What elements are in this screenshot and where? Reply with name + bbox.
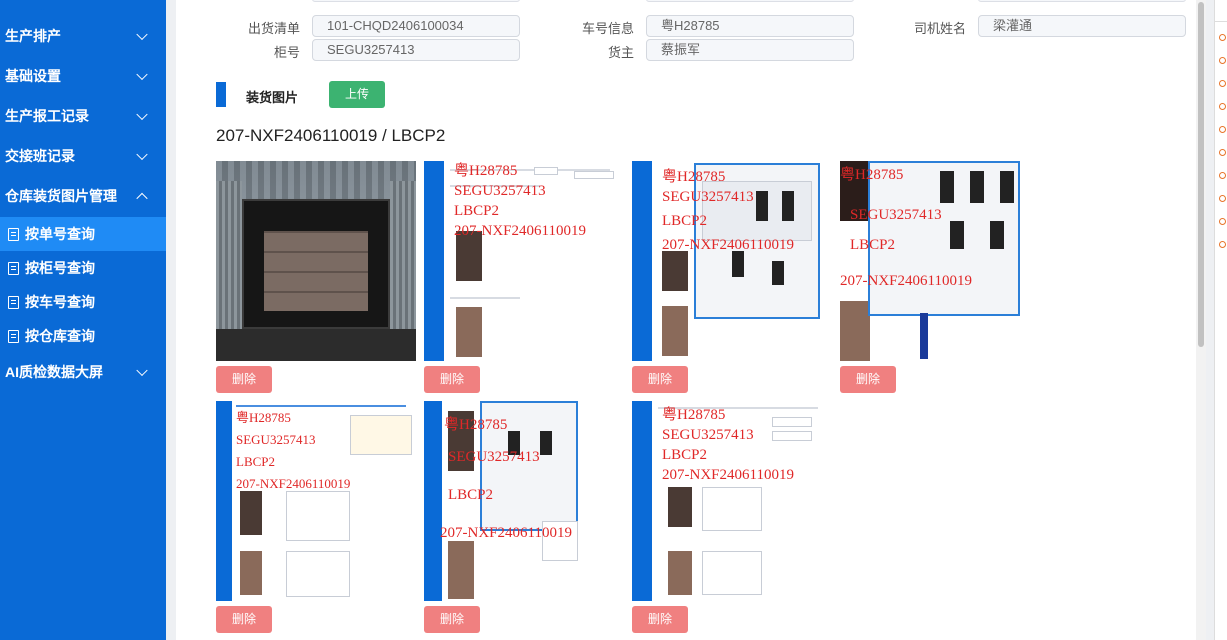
plate-field[interactable]: 粤H28785: [646, 15, 854, 37]
delete-button-4[interactable]: 删除: [840, 366, 896, 393]
sub-item-label: 按单号查询: [25, 226, 95, 242]
delivery-list-field[interactable]: 101-CHQD2406100034: [312, 15, 520, 37]
chevron-down-icon: [136, 68, 148, 81]
menu-item-production-report[interactable]: 生产报工记录: [0, 96, 166, 136]
driver-field[interactable]: 梁灌通: [978, 15, 1186, 37]
menu-item-shift-handover[interactable]: 交接班记录: [0, 136, 166, 176]
chevron-down-icon: [136, 148, 148, 161]
menu-item-warehouse-images[interactable]: 仓库装货图片管理: [0, 176, 166, 216]
marker-icon: [1219, 57, 1226, 64]
menu-label: AI质检数据大屏: [5, 364, 103, 380]
delete-button-7[interactable]: 删除: [632, 606, 688, 633]
cut-off-field: [978, 0, 1186, 2]
vertical-scrollbar[interactable]: [1196, 0, 1206, 640]
menu-label: 生产排产: [5, 28, 61, 44]
plate-label: 车号信息: [581, 21, 634, 36]
delete-button-3[interactable]: 删除: [632, 366, 688, 393]
container-field[interactable]: SEGU3257413: [312, 39, 520, 61]
loading-photo-3[interactable]: 粤H28785 SEGU3257413 LBCP2 207-NXF2406110…: [632, 161, 832, 361]
marker-icon: [1219, 172, 1226, 179]
menu-item-basic-settings[interactable]: 基础设置: [0, 56, 166, 96]
loading-photo-6[interactable]: 粤H28785 SEGU3257413 LBCP2 207-NXF2406110…: [424, 401, 624, 601]
marker-icon: [1219, 126, 1226, 133]
marker-icon: [1219, 103, 1226, 110]
menu-label: 生产报工记录: [5, 108, 89, 124]
document-icon: [8, 261, 19, 275]
menu-label: 仓库装货图片管理: [5, 188, 117, 204]
right-side-panel: [1214, 0, 1227, 640]
loading-photo-1[interactable]: [216, 161, 416, 361]
document-icon: [8, 227, 19, 241]
document-icon: [8, 329, 19, 343]
document-icon: [8, 295, 19, 309]
marker-icon: [1219, 241, 1226, 248]
delivery-list-label: 出货清单: [247, 21, 300, 36]
chevron-down-icon: [136, 108, 148, 121]
scrollbar-thumb[interactable]: [1198, 2, 1204, 347]
sidebar-item-by-warehouse[interactable]: 按仓库查询: [0, 319, 166, 353]
image-group-title: 207-NXF2406110019 / LBCP2: [216, 126, 446, 145]
sub-item-label: 按柜号查询: [25, 260, 95, 276]
marker-icon: [1219, 80, 1226, 87]
marker-icon: [1219, 149, 1226, 156]
marker-icon: [1219, 195, 1226, 202]
chevron-down-icon: [136, 28, 148, 41]
cut-off-field: [646, 0, 854, 2]
menu-label: 基础设置: [5, 68, 61, 84]
delete-button-1[interactable]: 删除: [216, 366, 272, 393]
sub-item-label: 按仓库查询: [25, 328, 95, 344]
marker-icon: [1219, 218, 1226, 225]
marker-icon: [1219, 34, 1226, 41]
sidebar-item-by-order[interactable]: 按单号查询: [0, 217, 166, 251]
section-title: 装货图片: [246, 90, 299, 105]
chevron-up-icon: [136, 192, 148, 205]
delete-button-5[interactable]: 删除: [216, 606, 272, 633]
loading-photo-4[interactable]: 粤H28785 SEGU3257413 LBCP2 207-NXF2406110…: [840, 161, 1040, 361]
sub-item-label: 按车号查询: [25, 294, 95, 310]
sidebar: 生产排产 基础设置 生产报工记录 交接班记录 仓库装货图片管理 按单号查询 按柜…: [0, 0, 166, 640]
section-accent-bar: [216, 82, 226, 107]
driver-label: 司机姓名: [913, 21, 966, 36]
chevron-down-icon: [136, 364, 148, 377]
right-panel-header: [1215, 0, 1227, 22]
owner-field[interactable]: 蔡振军: [646, 39, 854, 61]
upload-button[interactable]: 上传: [329, 81, 385, 108]
menu-item-ai-dashboard[interactable]: AI质检数据大屏: [0, 352, 166, 392]
loading-photo-5[interactable]: 粤H28785 SEGU3257413 LBCP2 207-NXF2406110…: [216, 401, 416, 601]
delete-button-6[interactable]: 删除: [424, 606, 480, 633]
menu-item-top-cut[interactable]: [0, 0, 166, 6]
menu-item-production-schedule[interactable]: 生产排产: [0, 16, 166, 56]
main-content: 出货清单 101-CHQD2406100034 车号信息 粤H28785 司机姓…: [176, 0, 1206, 640]
sidebar-item-by-plate[interactable]: 按车号查询: [0, 285, 166, 319]
delete-button-2[interactable]: 删除: [424, 366, 480, 393]
loading-photo-2[interactable]: 粤H28785 SEGU3257413 LBCP2 207-NXF2406110…: [424, 161, 624, 361]
loading-photo-7[interactable]: 粤H28785 SEGU3257413 LBCP2 207-NXF2406110…: [632, 401, 832, 601]
owner-label: 货主: [607, 45, 634, 60]
cut-off-field: [312, 0, 520, 2]
container-label: 柜号: [273, 45, 300, 60]
menu-label: 交接班记录: [5, 148, 75, 164]
sidebar-item-by-container[interactable]: 按柜号查询: [0, 251, 166, 285]
